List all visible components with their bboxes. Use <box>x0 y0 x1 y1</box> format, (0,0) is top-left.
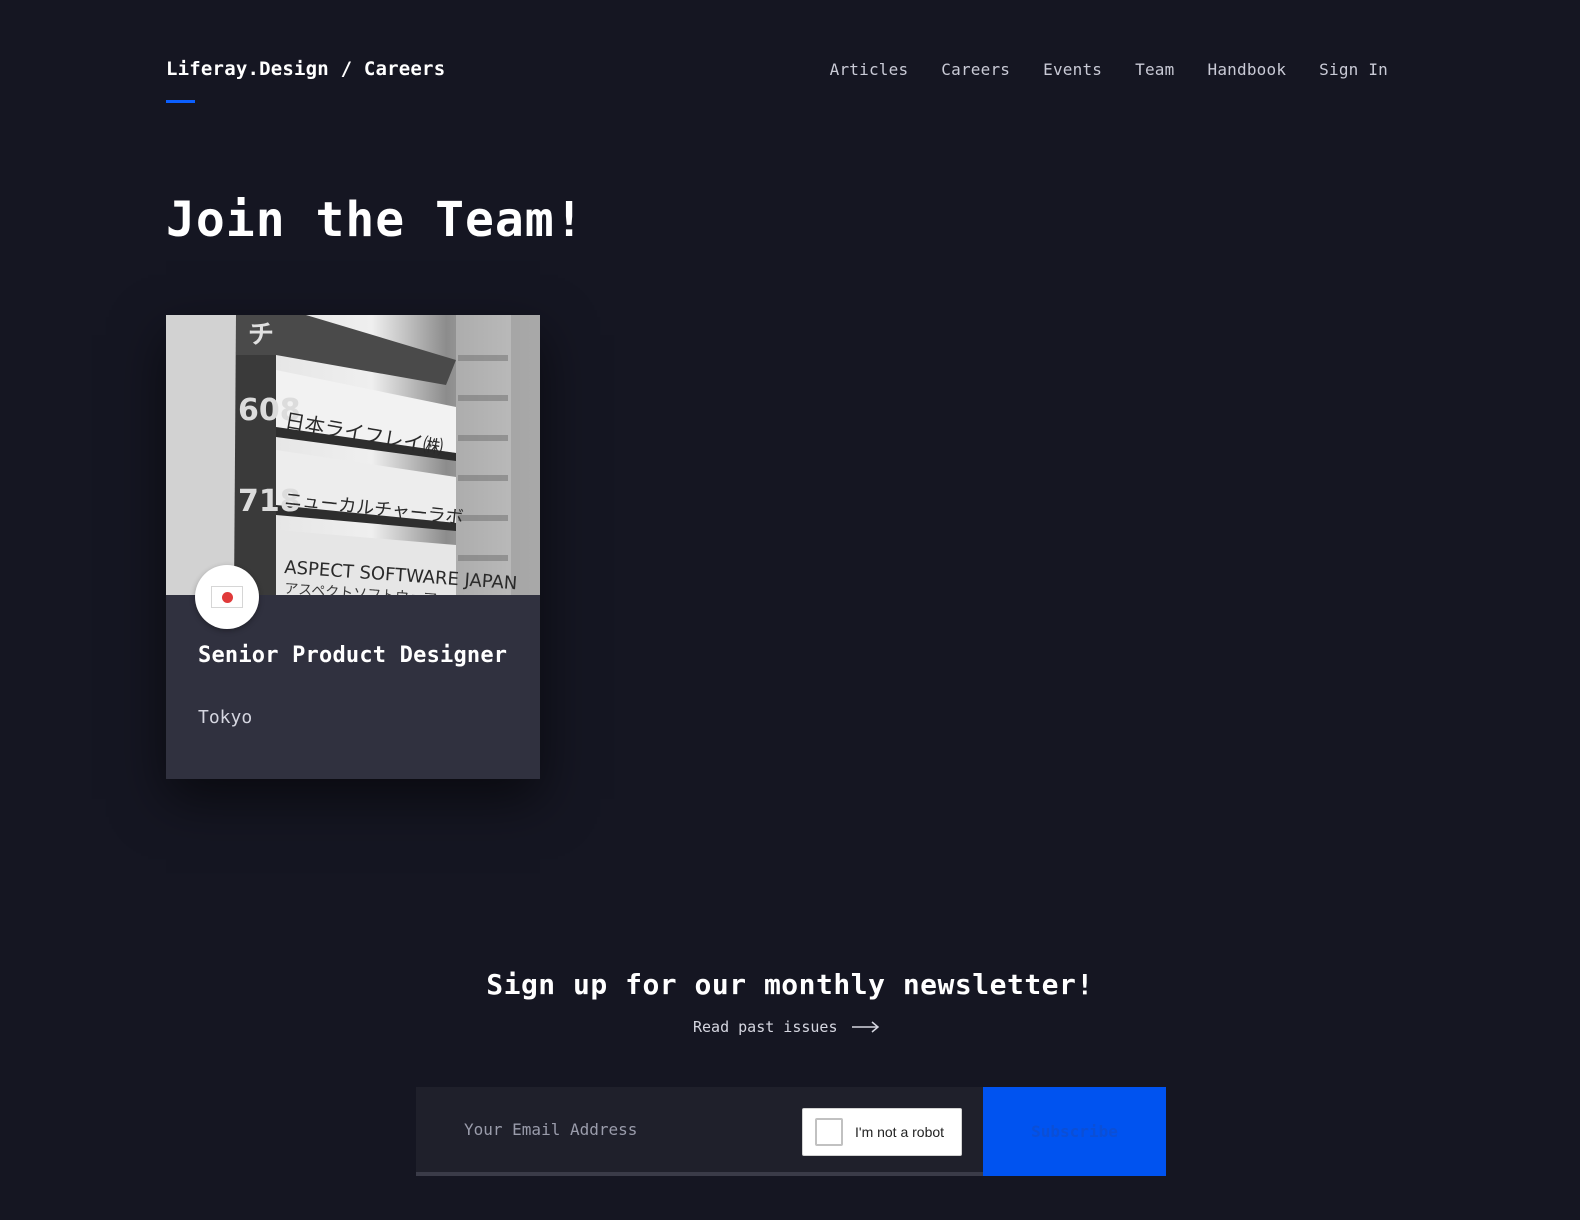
job-title: Senior Product Designer <box>198 643 508 668</box>
email-field-container: I'm not a robot <box>416 1087 983 1176</box>
office-directory-image: 608 718 日本ライフレイ㈱ ニューカルチャーラボ ASPECT SOFTW… <box>166 315 540 595</box>
subscribe-button[interactable]: Subscribe <box>983 1087 1166 1176</box>
nav-careers[interactable]: Careers <box>941 60 1010 79</box>
location-flag-badge <box>195 565 259 629</box>
read-past-issues-label: Read past issues <box>693 1018 838 1036</box>
newsletter-title: Sign up for our monthly newsletter! <box>486 968 1094 1001</box>
read-past-issues-link[interactable]: Read past issues <box>693 1018 880 1036</box>
recaptcha-widget[interactable]: I'm not a robot <box>802 1108 962 1156</box>
page-title: Join the Team! <box>166 192 585 248</box>
job-card-photo: 608 718 日本ライフレイ㈱ ニューカルチャーラボ ASPECT SOFTW… <box>166 315 540 595</box>
job-card[interactable]: 608 718 日本ライフレイ㈱ ニューカルチャーラボ ASPECT SOFTW… <box>166 315 540 779</box>
email-input[interactable] <box>416 1087 796 1172</box>
recaptcha-checkbox[interactable] <box>815 1118 843 1146</box>
brand-logo-link[interactable]: Liferay.Design / Careers <box>166 58 445 80</box>
newsletter-form: I'm not a robot Subscribe <box>416 1087 1166 1176</box>
japan-flag-icon <box>211 586 243 608</box>
nav-events[interactable]: Events <box>1043 60 1102 79</box>
nav-sign-in[interactable]: Sign In <box>1319 60 1388 79</box>
job-location: Tokyo <box>198 707 253 728</box>
brand-underline <box>166 100 195 103</box>
main-nav: Articles Careers Events Team Handbook Si… <box>830 60 1388 79</box>
nav-team[interactable]: Team <box>1135 60 1174 79</box>
recaptcha-label: I'm not a robot <box>855 1124 945 1140</box>
nav-articles[interactable]: Articles <box>830 60 909 79</box>
page: Liferay.Design / Careers Articles Career… <box>0 0 1580 1220</box>
flag-sun <box>221 591 233 603</box>
arrow-right-icon <box>851 1021 879 1033</box>
nav-handbook[interactable]: Handbook <box>1207 60 1286 79</box>
photo-glyph: チ <box>248 320 274 350</box>
